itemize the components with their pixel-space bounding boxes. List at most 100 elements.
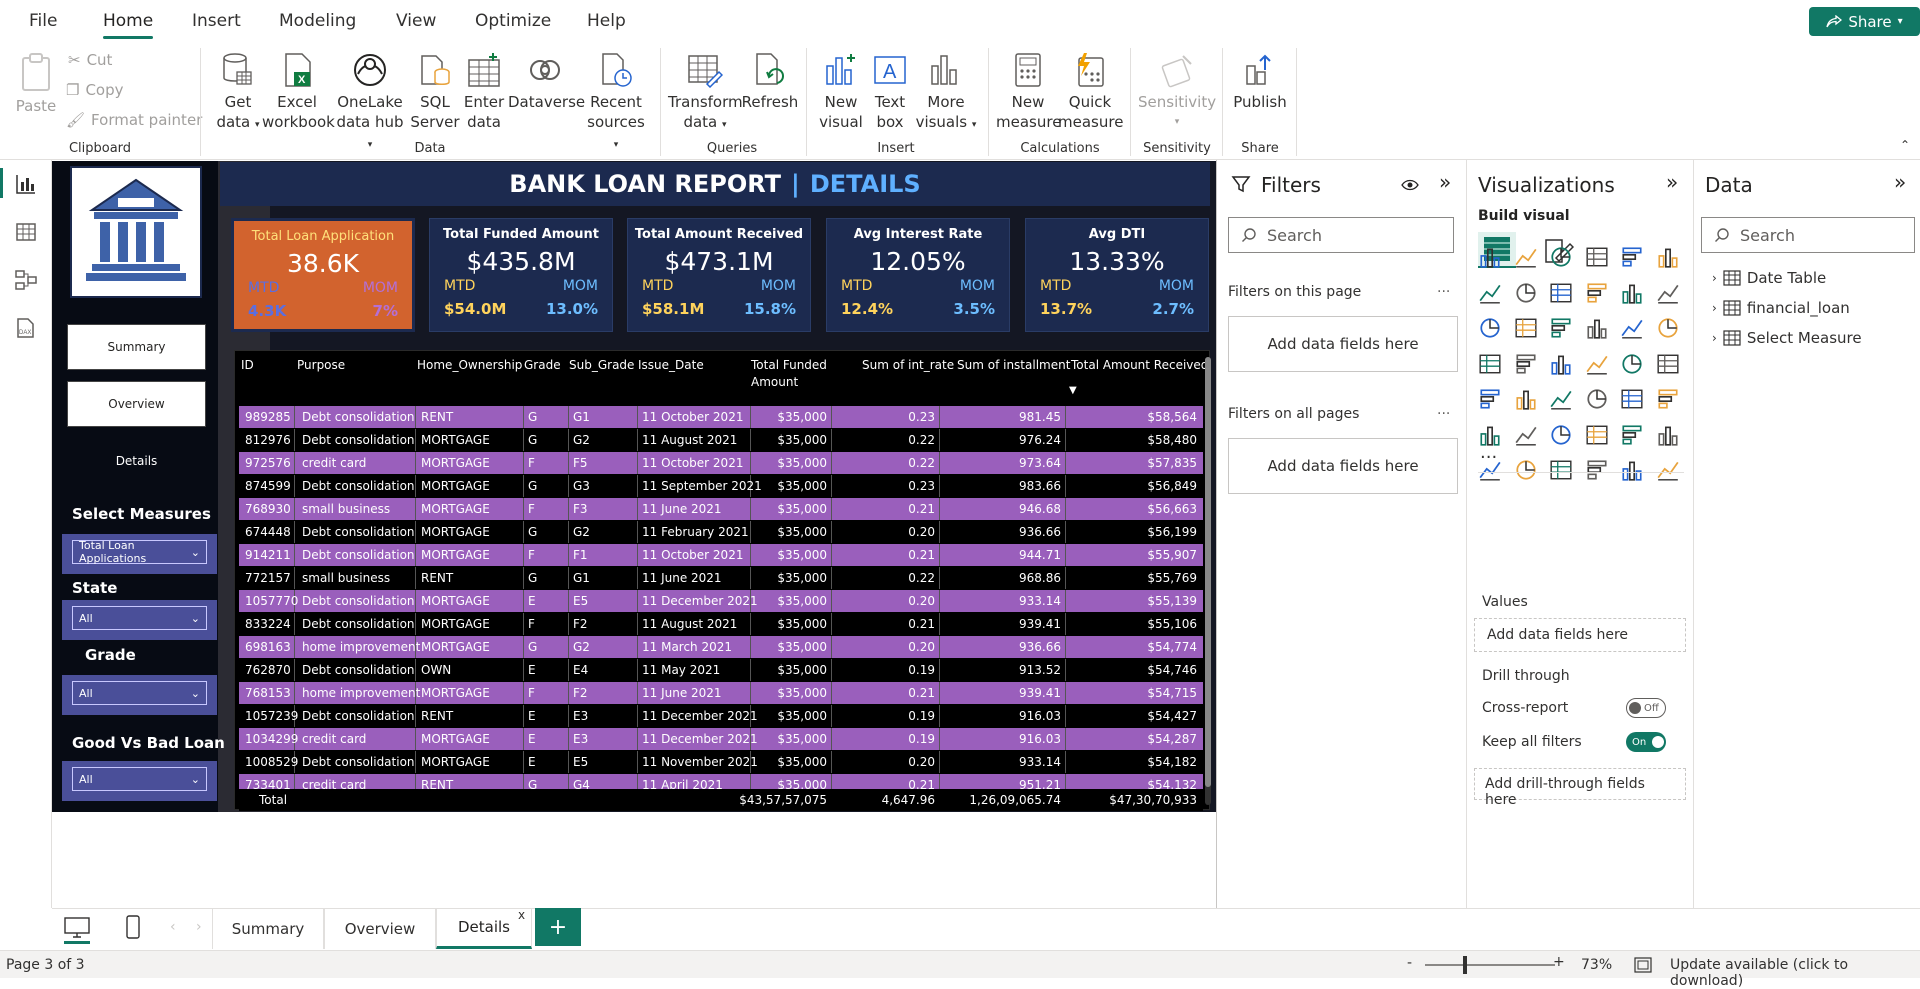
line-column-icon[interactable] — [1585, 281, 1609, 305]
table-row[interactable]: 772157 small business RENT G G1 11 June 2021 $… — [239, 567, 1203, 589]
report-view-icon[interactable] — [14, 172, 38, 196]
pie-chart-icon[interactable] — [1585, 316, 1609, 340]
add-page-button[interactable]: + — [535, 908, 581, 946]
fit-to-page-icon[interactable] — [1634, 957, 1652, 973]
qa-icon[interactable] — [1585, 423, 1609, 447]
share-button[interactable]: Share ▾ — [1809, 7, 1920, 36]
update-available-link[interactable]: Update available (click to download) — [1670, 957, 1920, 989]
menu-insert[interactable]: Insert — [192, 11, 241, 31]
slicer-icon[interactable] — [1549, 387, 1573, 411]
chevron-visual-icon[interactable] — [1656, 458, 1680, 482]
new-visual-button[interactable]: New visual — [814, 52, 868, 132]
scatter-icon[interactable] — [1549, 316, 1573, 340]
treemap-icon[interactable] — [1656, 316, 1680, 340]
table-icon[interactable] — [1585, 387, 1609, 411]
onelake-button[interactable]: OneLake data hub ▾ — [332, 52, 408, 155]
100-column-icon[interactable] — [1656, 245, 1680, 269]
table-view-icon[interactable] — [14, 220, 38, 244]
area-chart-icon[interactable] — [1514, 281, 1538, 305]
text-box-button[interactable]: A Text box — [866, 52, 914, 132]
diamond-icon[interactable] — [1620, 458, 1644, 482]
col-header-id[interactable]: ID — [241, 357, 254, 374]
100-bar-icon[interactable] — [1620, 245, 1644, 269]
data-search-input[interactable]: Search — [1701, 217, 1915, 253]
ribbon-chart-icon[interactable] — [1656, 281, 1680, 305]
arcgis-icon[interactable] — [1585, 458, 1609, 482]
table-row[interactable]: 768930 small business MORTGAGE F F3 11 June 2… — [239, 498, 1203, 520]
kpi-icon[interactable] — [1514, 387, 1538, 411]
cut-button[interactable]: ✂ Cut — [68, 51, 112, 69]
line-chart-icon[interactable] — [1478, 281, 1502, 305]
scroll-right-icon[interactable]: › — [196, 919, 202, 935]
r-visual-icon[interactable] — [1656, 387, 1680, 411]
table-row[interactable]: 833224 Debt consolidation MORTGAGE F F2 11 Au… — [239, 613, 1203, 635]
clustered-bar-icon[interactable] — [1549, 245, 1573, 269]
table-row[interactable]: 1008529 Debt consolidation MORTGAGE E E5 11 N… — [239, 751, 1203, 773]
paste-button[interactable]: Paste — [14, 52, 58, 116]
state-dropdown[interactable]: All ⌄ — [72, 606, 207, 630]
matrix-icon[interactable] — [1620, 387, 1644, 411]
col-header-installment[interactable]: Sum of installment — [957, 357, 1070, 374]
eye-icon[interactable] — [1401, 178, 1419, 192]
table-row[interactable]: 1057239 Debt consolidation RENT E E3 11 Decem… — [239, 705, 1203, 727]
nav-summary-button[interactable]: Summary — [67, 324, 206, 370]
values-drop-zone[interactable]: Add data fields here — [1474, 618, 1686, 652]
new-measure-button[interactable]: New measure — [996, 52, 1061, 132]
table-row[interactable]: 768153 home improvement MORTGAGE F F2 11 June… — [239, 682, 1203, 704]
more-visuals-ellipsis-icon[interactable]: ... — [1480, 442, 1497, 463]
kpi-card-total-loan-applications[interactable]: Total Loan Application 38.6K MTD MOM 4.3K… — [231, 218, 415, 332]
table-row[interactable]: 874599 Debt consolidation MORTGAGE G G3 11 Se… — [239, 475, 1203, 497]
zoom-out-button[interactable]: - — [1407, 955, 1412, 971]
card-icon[interactable] — [1656, 352, 1680, 376]
multi-row-card-icon[interactable] — [1478, 387, 1502, 411]
azure-map-icon[interactable] — [1585, 352, 1609, 376]
stacked-bar-icon[interactable] — [1478, 245, 1502, 269]
filters-on-page-more-icon[interactable]: ... — [1437, 280, 1450, 296]
desktop-layout-icon[interactable] — [64, 917, 90, 939]
col-header-int-rate[interactable]: Sum of int_rate — [862, 357, 954, 374]
col-header-issue-date[interactable]: Issue_Date — [638, 357, 704, 374]
col-header-total-funded-amount[interactable]: Total Funded Amount — [751, 357, 831, 391]
gauge-icon[interactable] — [1620, 352, 1644, 376]
publish-button[interactable]: Publish — [1230, 52, 1290, 112]
col-header-sub-grade[interactable]: Sub_Grade — [569, 357, 634, 374]
menu-modeling[interactable]: Modeling — [279, 11, 356, 31]
sql-server-button[interactable]: SQL Server — [410, 52, 460, 132]
dax-query-view-icon[interactable]: DAX — [14, 316, 38, 340]
tree-item-select-measure[interactable]: › Select Measure — [1712, 329, 1862, 347]
menu-home[interactable]: Home — [103, 11, 153, 31]
format-painter-button[interactable]: 🖌 Format painter — [66, 111, 202, 129]
nav-details-button[interactable]: Details — [67, 438, 206, 484]
collapse-filters-icon[interactable]: » — [1439, 170, 1451, 194]
sensitivity-button[interactable]: Sensitivity ▾ — [1138, 52, 1216, 132]
loan-details-table[interactable]: ID Purpose Home_Ownership Grade Sub_Grad… — [234, 350, 1211, 811]
power-automate-icon[interactable] — [1549, 458, 1573, 482]
map-icon[interactable] — [1478, 352, 1502, 376]
table-row[interactable]: 972576 credit card MORTGAGE F F5 11 October 2… — [239, 452, 1203, 474]
line-clustered-icon[interactable] — [1620, 281, 1644, 305]
zoom-in-button[interactable]: + — [1553, 954, 1565, 970]
table-row[interactable]: 1034299 credit card MORTGAGE E E3 11 December… — [239, 728, 1203, 750]
power-apps-icon[interactable] — [1514, 458, 1538, 482]
table-row[interactable]: 1057770 Debt consolidation MORTGAGE E E5 11 D… — [239, 590, 1203, 612]
close-tab-icon[interactable]: x — [518, 908, 525, 922]
grade-dropdown[interactable]: All ⌄ — [72, 681, 207, 705]
shape-map-icon[interactable] — [1549, 352, 1573, 376]
tree-item-financial-loan[interactable]: › financial_loan — [1712, 299, 1850, 317]
table-scrollbar[interactable] — [1205, 357, 1211, 805]
page-tab-summary[interactable]: Summary — [212, 908, 324, 949]
transform-data-button[interactable]: Transform data ▾ — [668, 52, 743, 135]
kpi-card-total-funded-amount[interactable]: Total Funded Amount $435.8M MTD MOM $54.0… — [429, 218, 613, 332]
kpi-card-total-amount-received[interactable]: Total Amount Received $473.1M MTD MOM $58… — [627, 218, 811, 332]
table-row[interactable]: 914211 Debt consolidation MORTGAGE F F1 11 Oc… — [239, 544, 1203, 566]
menu-help[interactable]: Help — [587, 11, 626, 31]
decomposition-tree-icon[interactable] — [1549, 423, 1573, 447]
get-data-button[interactable]: Get data ▾ — [212, 52, 264, 135]
table-row[interactable]: 698163 home improvement MORTGAGE G G2 11 Marc… — [239, 636, 1203, 658]
col-header-purpose[interactable]: Purpose — [297, 357, 345, 374]
sort-descending-icon[interactable]: ▼ — [1069, 385, 1077, 396]
dataverse-button[interactable]: Dataverse — [508, 52, 585, 112]
refresh-button[interactable]: Refresh — [740, 52, 800, 112]
waterfall-icon[interactable] — [1478, 316, 1502, 340]
excel-workbook-button[interactable]: X Excel workbook — [262, 52, 335, 132]
